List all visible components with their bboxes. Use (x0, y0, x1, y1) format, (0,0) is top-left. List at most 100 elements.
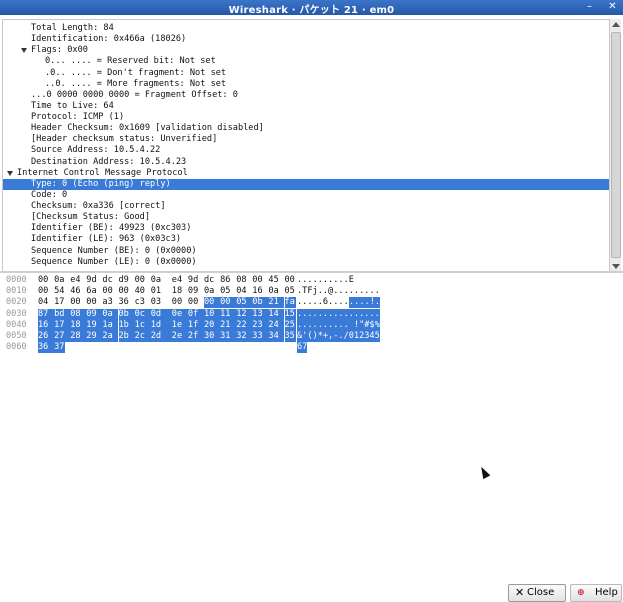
hex-byte[interactable]: 16 (252, 286, 263, 297)
tree-row[interactable]: 0... .... = Reserved bit: Not set (45, 56, 216, 67)
hex-byte[interactable]: 00 (285, 275, 296, 286)
ascii-text[interactable]: 67 (297, 342, 308, 354)
close-window-icon[interactable]: ✕ (607, 1, 618, 12)
tree-row[interactable]: Internet Control Message Protocol (17, 168, 188, 179)
hex-byte[interactable]: 11 (220, 308, 237, 320)
hex-byte[interactable]: e4 (70, 275, 81, 286)
ascii-text[interactable]: .....6.... (297, 297, 349, 308)
hex-byte[interactable]: 08 (70, 308, 87, 320)
tree-row[interactable]: ...0 0000 0000 0000 = Fragment Offset: 0 (31, 90, 238, 101)
hex-byte[interactable]: 14 (268, 308, 285, 320)
hex-byte[interactable]: 27 (54, 331, 71, 342)
hex-byte[interactable]: 00 (172, 297, 183, 308)
hex-byte[interactable]: 2b (118, 331, 135, 342)
tree-row[interactable]: ..0. .... = More fragments: Not set (45, 79, 226, 90)
hex-byte[interactable]: 19 (86, 319, 103, 331)
tree-row[interactable]: Code: 0 (31, 190, 67, 201)
hex-byte[interactable]: 32 (236, 331, 253, 342)
hex-byte[interactable]: 00 (70, 297, 81, 308)
hex-byte[interactable]: d9 (119, 275, 130, 286)
pane-splitter[interactable] (0, 271, 623, 273)
tree-row[interactable]: Destination Address: 10.5.4.23 (31, 157, 186, 168)
hex-byte[interactable]: 04 (236, 286, 247, 297)
tree-row[interactable]: [Header checksum status: Unverified] (31, 134, 217, 145)
hex-byte[interactable]: 0a (102, 308, 119, 320)
hex-byte[interactable]: 40 (135, 286, 146, 297)
ascii-text[interactable]: ....!. (349, 297, 381, 309)
hex-byte[interactable]: 0f (187, 308, 204, 320)
hex-byte[interactable]: 00 (38, 275, 49, 286)
ascii-text[interactable]: .......... !"#$% (297, 319, 380, 331)
tree-row[interactable]: Total Length: 84 (31, 23, 114, 34)
hex-byte[interactable]: 08 (236, 275, 247, 286)
hex-byte[interactable]: 54 (54, 286, 65, 297)
expand-triangle-icon[interactable] (7, 170, 13, 176)
hex-byte[interactable]: 09 (86, 308, 103, 320)
hex-byte[interactable]: 6a (86, 286, 97, 297)
hex-byte[interactable]: 86 (220, 275, 231, 286)
hex-byte[interactable]: 17 (54, 297, 65, 308)
hex-byte[interactable]: 0e (171, 308, 188, 320)
hex-byte[interactable]: 25 (284, 319, 296, 331)
hex-byte[interactable]: fa (284, 297, 296, 309)
hex-byte[interactable]: bd (54, 308, 71, 320)
hex-byte[interactable]: 00 (102, 286, 113, 297)
hex-byte[interactable]: 03 (151, 297, 162, 308)
hex-byte[interactable]: 00 (119, 286, 130, 297)
hex-byte[interactable]: 2a (102, 331, 119, 342)
hex-byte[interactable]: 13 (252, 308, 269, 320)
hex-byte[interactable]: 1c (134, 319, 151, 331)
tree-row[interactable]: Sequence Number (BE): 0 (0x0000) (31, 246, 197, 257)
tree-row[interactable]: [Checksum Status: Good] (31, 212, 150, 223)
tree-row[interactable]: .0.. .... = Don't fragment: Not set (45, 68, 226, 79)
hex-byte[interactable]: 20 (204, 319, 221, 331)
scroll-down-icon[interactable] (612, 264, 620, 269)
hex-byte[interactable]: 2d (150, 331, 172, 342)
hex-byte[interactable]: 16 (38, 319, 55, 331)
hex-byte[interactable]: 0a (268, 286, 279, 297)
hex-byte[interactable]: 0d (150, 308, 172, 320)
hex-byte[interactable]: 12 (236, 308, 253, 320)
hex-byte[interactable]: 00 (204, 297, 221, 309)
packet-details-tree[interactable]: Total Length: 84 Identification: 0x466a (… (2, 19, 609, 273)
hex-byte[interactable]: 2c (134, 331, 151, 342)
hex-byte[interactable]: 9d (86, 275, 97, 286)
hex-byte[interactable]: 35 (284, 331, 296, 342)
hex-byte[interactable]: 00 (220, 297, 237, 309)
hex-byte[interactable]: 24 (268, 319, 285, 331)
hex-byte[interactable]: 36 (119, 297, 130, 308)
hex-byte[interactable]: 26 (38, 331, 55, 342)
tree-row[interactable]: Checksum: 0xa336 [correct] (31, 201, 166, 212)
hex-byte[interactable]: 0a (151, 275, 162, 286)
ascii-text[interactable]: ................ (297, 308, 380, 320)
ascii-text[interactable]: .TFj..@......... (297, 286, 380, 297)
minimize-icon[interactable]: – (584, 1, 595, 12)
close-button[interactable]: ✕ Close (508, 584, 566, 602)
hex-byte[interactable]: 21 (220, 319, 237, 331)
hex-byte[interactable]: 04 (38, 297, 49, 308)
tree-row[interactable]: Header Checksum: 0x1609 [validation disa… (31, 123, 264, 134)
hex-byte[interactable]: 22 (236, 319, 253, 331)
hex-byte[interactable]: 15 (284, 308, 296, 320)
expand-triangle-icon[interactable] (21, 48, 27, 54)
hex-byte[interactable]: dc (102, 275, 113, 286)
hex-byte[interactable]: 9d (188, 275, 199, 286)
hex-byte[interactable]: 87 (38, 308, 55, 320)
hex-byte[interactable]: 05 (285, 286, 296, 297)
hex-byte[interactable]: 0a (54, 275, 65, 286)
hex-byte[interactable]: 05 (220, 286, 231, 297)
hex-byte[interactable]: 09 (188, 286, 199, 297)
tree-row[interactable]: Identifier (BE): 49923 (0xc303) (31, 223, 191, 234)
hex-byte[interactable]: 05 (236, 297, 253, 309)
hex-byte[interactable]: 21 (268, 297, 285, 309)
ascii-text[interactable]: ..........E (297, 275, 354, 286)
hex-byte[interactable]: 00 (38, 286, 49, 297)
hex-byte[interactable]: 29 (86, 331, 103, 342)
hex-byte[interactable]: 00 (252, 275, 263, 286)
hex-byte[interactable]: c3 (135, 297, 146, 308)
packet-bytes-pane[interactable]: 0000 00 0a e4 9d dc d9 00 0a e4 9d dc 86 08 00 45 00....… (2, 275, 620, 565)
hex-byte[interactable]: 1f (187, 319, 204, 331)
hex-byte[interactable]: 0c (134, 308, 151, 320)
hex-byte[interactable]: 0b (118, 308, 135, 320)
hex-byte[interactable]: 1b (118, 319, 135, 331)
